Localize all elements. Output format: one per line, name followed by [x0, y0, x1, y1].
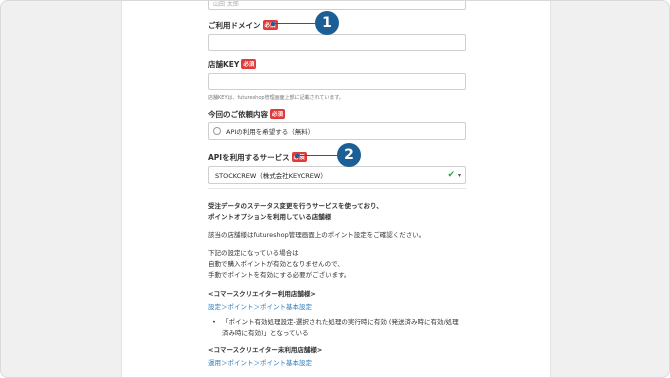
section2-link[interactable]: 運用＞ポイント＞ポイント基本設定: [208, 357, 312, 367]
callout-1-line: [274, 23, 316, 24]
required-badge: 必須: [241, 59, 257, 69]
info-heading-line1: 受注データのステータス変更を行うサービスを使っており、: [208, 202, 383, 210]
section1-link[interactable]: 設定＞ポイント＞ポイント基本設定: [208, 301, 312, 311]
callout-2-line: [298, 155, 338, 156]
callout-2-badge: 2: [337, 143, 361, 167]
request-option-box[interactable]: APIの利用を希望する（無料）: [208, 122, 466, 140]
api-service-select[interactable]: STOCKCREW（株式会社KEYCREW） ✔ ▾: [208, 166, 466, 184]
bullet-row-2: 済み時に有効)」となっている: [212, 328, 459, 339]
required-badge: 必須: [291, 152, 307, 162]
radio-button[interactable]: [213, 127, 221, 135]
required-badge: 必須: [270, 109, 286, 119]
section-divider: [208, 188, 466, 189]
shopkey-label-text: 店舗KEY: [208, 60, 240, 69]
bullet-line1: 「ポイント有効処理設定-選択された処理の実行時に有効 (発送済み時に有効/処理: [222, 318, 459, 326]
bullet-item: • 「ポイント有効処理設定-選択された処理の実行時に有効 (発送済み時に有効/処…: [212, 317, 459, 339]
callout-1-badge: 1: [315, 11, 339, 35]
info-para2-line3: 手動でポイントを有効にする必要がございます。: [208, 271, 351, 279]
shopkey-label: 店舗KEY 必須: [208, 59, 257, 70]
info-para1: 該当の店舗様はfutureshop管理画面上のポイント設定をご確認ください。: [208, 231, 426, 239]
api-service-selected-value: STOCKCREW（株式会社KEYCREW）: [215, 172, 327, 180]
shopkey-input[interactable]: [208, 73, 466, 90]
request-label-text: 今回のご依頼内容: [208, 110, 268, 119]
bullet-line2: 済み時に有効)」となっている: [222, 329, 309, 337]
form-panel: 山田 太郎 ご利用ドメイン 必須 店舗KEY 必須 店舗KEYは、futuresho…: [121, 1, 551, 377]
section2-title: <コマースクリエイター未利用店舗様>: [208, 346, 323, 354]
info-heading-line2: ポイントオプションを利用している店舗様: [208, 213, 332, 221]
required-badge: 必須: [262, 20, 278, 30]
request-option-label: APIの利用を希望する（無料）: [226, 128, 315, 136]
domain-input[interactable]: [208, 34, 466, 51]
api-service-label-text: APIを利用するサービス: [208, 153, 290, 162]
section1-title: <コマースクリエイター利用店舗様>: [208, 290, 316, 298]
name-field[interactable]: 山田 太郎: [208, 1, 466, 10]
request-label: 今回のご依頼内容 必須: [208, 109, 286, 120]
name-field-value: 山田 太郎: [213, 1, 239, 8]
domain-label: ご利用ドメイン 必須: [208, 20, 278, 31]
bullet-row-1: • 「ポイント有効処理設定-選択された処理の実行時に有効 (発送済み時に有効/処…: [212, 317, 459, 328]
chevron-down-icon: ▾: [457, 171, 461, 179]
shopkey-hint: 店舗KEYは、futureshop管理画面上部に記載されています。: [208, 95, 344, 101]
check-icon: ✔: [447, 169, 455, 180]
domain-label-text: ご利用ドメイン: [208, 21, 261, 30]
info-para2-line2: 自動で購入ポイントが有効となりませんので、: [208, 260, 344, 268]
screenshot-frame: 山田 太郎 ご利用ドメイン 必須 店舗KEY 必須 店舗KEYは、futuresho…: [0, 0, 670, 378]
info-para2-line1: 下記の設定になっている場合は: [208, 249, 299, 257]
select-indicators: ✔ ▾: [447, 169, 461, 180]
bullet-dot: •: [212, 318, 216, 326]
api-service-label: APIを利用するサービス 必須: [208, 152, 307, 163]
